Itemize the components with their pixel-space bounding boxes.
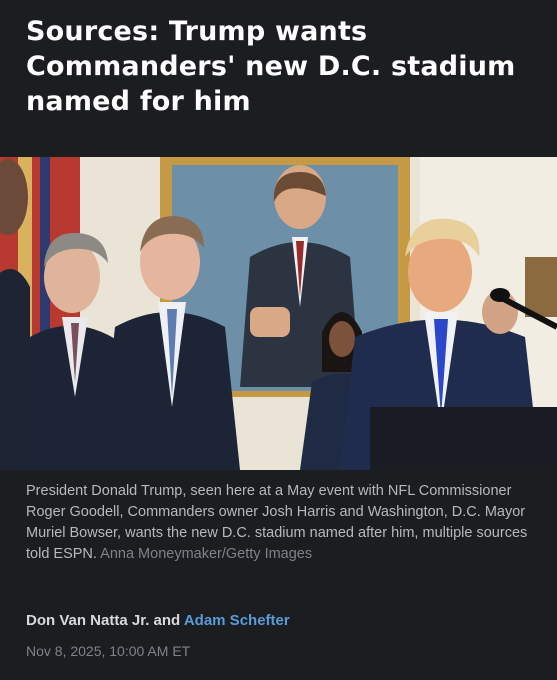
photo-caption: President Donald Trump, seen here at a M… — [26, 481, 536, 565]
author-name: Don Van Natta Jr. — [26, 612, 150, 629]
byline-conjunction: and — [153, 612, 181, 629]
article-headline: Sources: Trump wants Commanders' new D.C… — [26, 16, 516, 117]
byline: Don Van Natta Jr. and Adam Schefter — [26, 612, 290, 629]
photo-illustration — [0, 157, 557, 470]
publish-timestamp: Nov 8, 2025, 10:00 AM ET — [26, 643, 191, 659]
photo-credit: Anna Moneymaker/Getty Images — [100, 546, 313, 562]
article-photo[interactable] — [0, 157, 557, 470]
author-link[interactable]: Adam Schefter — [184, 612, 290, 629]
